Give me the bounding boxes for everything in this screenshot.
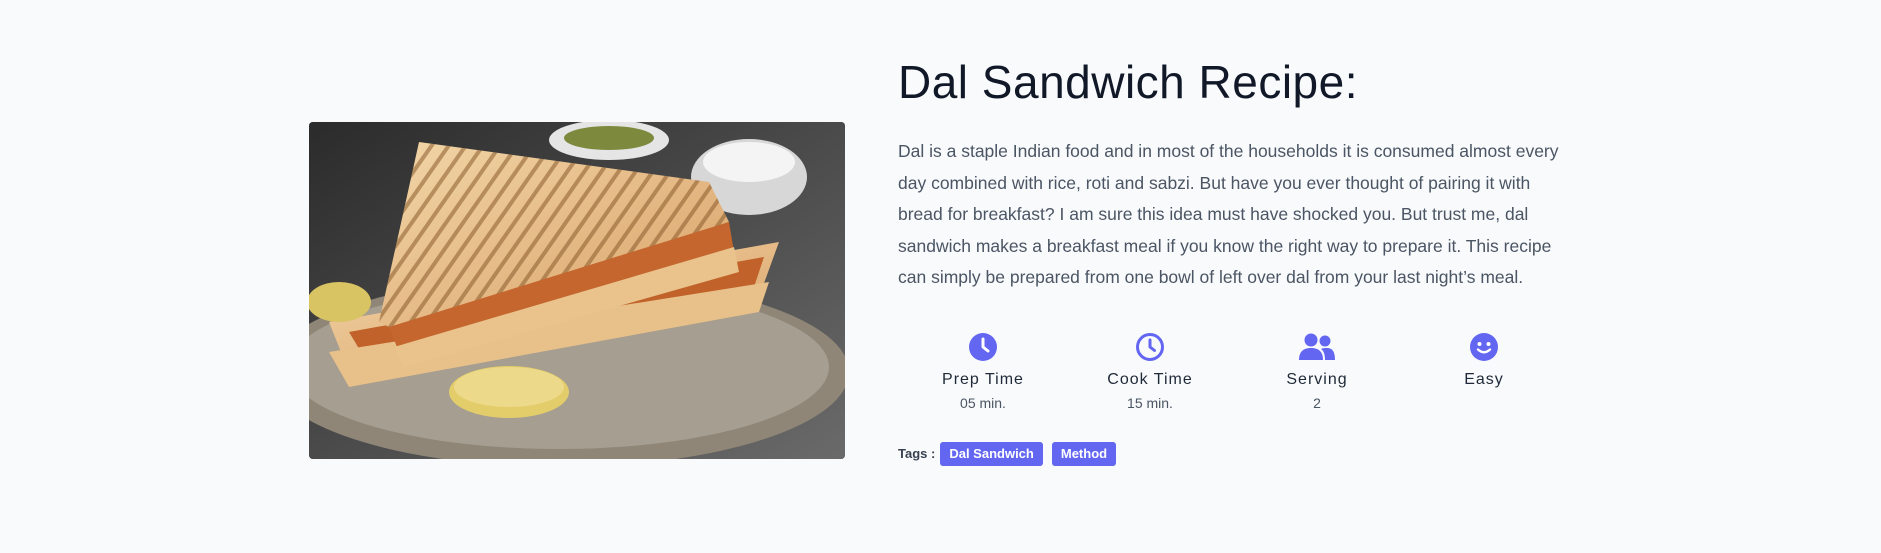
clock-outline-icon	[1136, 332, 1164, 361]
recipe-image	[309, 122, 845, 459]
stat-value: 2	[1313, 394, 1321, 411]
recipe-stats: Prep Time 05 min. Cook Time 15 min. Serv…	[898, 332, 1568, 412]
recipe-content: Dal Sandwich Recipe: Dal is a staple Ind…	[898, 50, 1578, 466]
stat-value: 15 min.	[1127, 394, 1173, 411]
clock-solid-icon	[969, 332, 997, 361]
smile-icon	[1470, 332, 1498, 361]
users-icon	[1299, 333, 1335, 360]
recipe-page: Dal Sandwich Recipe: Dal is a staple Ind…	[0, 0, 1881, 553]
tags-row: Tags : Dal Sandwich Method	[898, 441, 1578, 466]
stat-label: Serving	[1286, 370, 1348, 388]
stat-prep-time: Prep Time 05 min.	[898, 332, 1068, 411]
stat-difficulty: Easy	[1399, 332, 1569, 389]
stat-value: 05 min.	[960, 394, 1006, 411]
stat-label: Prep Time	[942, 370, 1024, 388]
stat-serving: Serving 2	[1232, 332, 1402, 411]
stat-cook-time: Cook Time 15 min.	[1065, 332, 1235, 411]
stat-label: Cook Time	[1107, 370, 1193, 388]
tags-label: Tags :	[898, 446, 936, 461]
page-title: Dal Sandwich Recipe:	[898, 56, 1359, 108]
tag-method[interactable]: Method	[1051, 441, 1117, 466]
tag-dal-sandwich[interactable]: Dal Sandwich	[940, 441, 1043, 466]
recipe-description: Dal is a staple Indian food and in most …	[898, 141, 1559, 287]
stat-label: Easy	[1464, 370, 1504, 388]
